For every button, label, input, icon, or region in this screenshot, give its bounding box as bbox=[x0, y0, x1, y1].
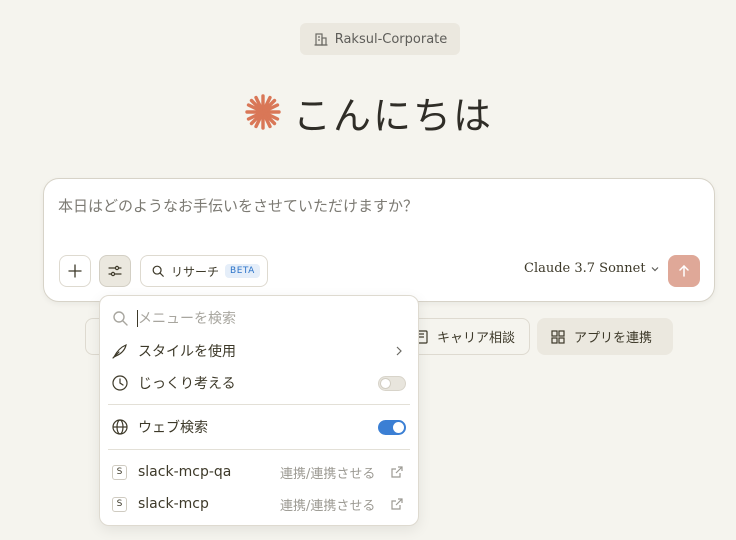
search-icon bbox=[113, 311, 128, 326]
chevron-right-icon bbox=[396, 346, 402, 356]
send-button[interactable] bbox=[668, 255, 700, 287]
menu-search-input[interactable]: メニューを検索 bbox=[100, 303, 418, 333]
arrow-up-icon bbox=[679, 264, 689, 277]
research-button[interactable]: リサーチ BETA bbox=[140, 255, 268, 287]
grid-icon bbox=[551, 329, 565, 344]
integration-connect-link[interactable]: 連携/連携させる bbox=[280, 463, 375, 482]
integration-name: slack-mcp-qa bbox=[138, 464, 232, 480]
globe-icon bbox=[112, 419, 128, 435]
menu-divider bbox=[108, 404, 410, 405]
menu-item-label: スタイルを使用 bbox=[138, 344, 236, 360]
sliders-icon bbox=[108, 265, 122, 277]
org-switcher[interactable]: Raksul-Corporate bbox=[300, 23, 460, 55]
plus-icon bbox=[68, 264, 82, 278]
menu-divider bbox=[108, 449, 410, 450]
connect-apps-chip[interactable]: アプリを連携 bbox=[537, 318, 673, 355]
integration-connect-link[interactable]: 連携/連携させる bbox=[280, 495, 375, 514]
menu-search-placeholder: メニューを検索 bbox=[138, 311, 236, 327]
spark-logo-icon bbox=[245, 94, 281, 130]
chip-label: アプリを連携 bbox=[574, 331, 653, 346]
feather-pen-icon bbox=[112, 344, 127, 359]
add-content-button[interactable] bbox=[59, 255, 91, 287]
integration-badge: S bbox=[112, 496, 127, 512]
menu-item-extended-thinking[interactable]: じっくり考える bbox=[100, 368, 418, 398]
integration-name: slack-mcp bbox=[138, 496, 209, 512]
tools-menu: メニューを検索 スタイルを使用 じっくり考える ウェブ検索 S slack-mc… bbox=[99, 295, 419, 526]
menu-item-label: じっくり考える bbox=[138, 376, 236, 392]
extended-thinking-toggle[interactable] bbox=[378, 375, 406, 391]
external-link-icon bbox=[391, 466, 403, 478]
model-name: Claude 3.7 Sonnet bbox=[524, 261, 646, 276]
web-search-toggle[interactable] bbox=[378, 419, 406, 435]
composer-placeholder[interactable]: 本日はどのようなお手伝いをさせていただけますか？ bbox=[58, 195, 418, 216]
model-selector[interactable]: Claude 3.7 Sonnet bbox=[524, 261, 660, 276]
menu-item-label: ウェブ検索 bbox=[138, 420, 208, 436]
greeting: こんにちは bbox=[0, 84, 736, 140]
toggle-knob bbox=[393, 421, 404, 433]
integration-item[interactable]: S slack-mcp-qa 連携/連携させる bbox=[100, 457, 418, 487]
external-link-icon bbox=[391, 498, 403, 510]
org-name: Raksul-Corporate bbox=[334, 31, 448, 47]
building-icon bbox=[314, 33, 328, 46]
message-composer[interactable]: 本日はどのようなお手伝いをさせていただけますか？ リサーチ BETA Claud… bbox=[43, 178, 715, 302]
search-magnifier-icon bbox=[152, 265, 164, 277]
chat-home: Raksul-Corporate こんにちは 本日はどのようなお手伝いをさせてい… bbox=[0, 0, 736, 540]
chip-label: キャリア相談 bbox=[437, 331, 516, 346]
integration-item[interactable]: S slack-mcp 連携/連携させる bbox=[100, 489, 418, 519]
greeting-text: こんにちは bbox=[292, 93, 493, 138]
chevron-down-icon bbox=[651, 266, 659, 271]
clock-icon bbox=[112, 375, 128, 391]
research-label: リサーチ bbox=[171, 264, 220, 279]
menu-item-style[interactable]: スタイルを使用 bbox=[100, 336, 418, 366]
career-consult-chip[interactable]: キャリア相談 bbox=[400, 318, 530, 355]
tools-button[interactable] bbox=[99, 255, 131, 287]
integration-badge: S bbox=[112, 464, 127, 480]
beta-badge: BETA bbox=[225, 264, 260, 278]
toggle-knob bbox=[380, 377, 391, 389]
menu-item-web-search[interactable]: ウェブ検索 bbox=[100, 412, 418, 442]
